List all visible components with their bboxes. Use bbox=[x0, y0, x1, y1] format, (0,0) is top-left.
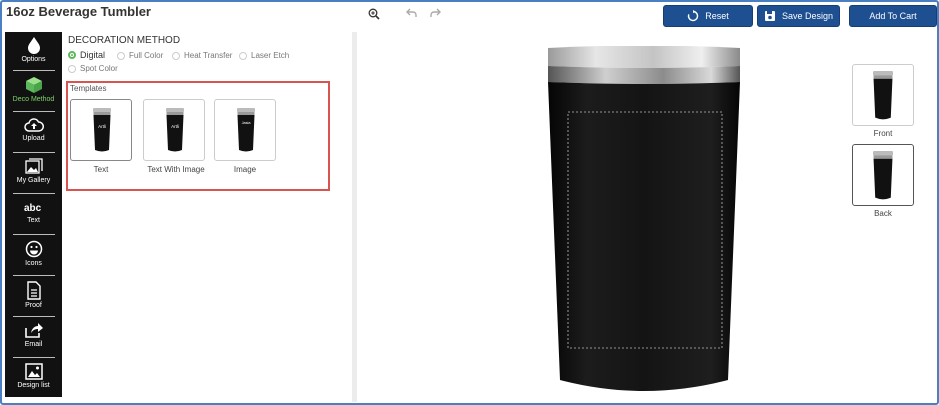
sidebar-item-label: Options bbox=[21, 56, 46, 63]
tumbler-product-image[interactable] bbox=[546, 46, 742, 398]
template-mark: Artli bbox=[171, 124, 179, 129]
sidebar-item-label: Design list bbox=[17, 382, 50, 389]
radio-digital[interactable]: Digital bbox=[68, 50, 105, 60]
sidebar-item-my-gallery[interactable]: My Gallery bbox=[8, 154, 59, 192]
radio-label: Spot Color bbox=[80, 64, 118, 73]
cloud-upload-icon bbox=[23, 118, 44, 132]
radio-label: Laser Etch bbox=[251, 51, 290, 60]
template-mark: Artli bbox=[98, 124, 106, 129]
sidebar-divider bbox=[13, 193, 55, 194]
template-name: Text With Image bbox=[147, 165, 205, 174]
radio-laser-etch[interactable]: Laser Etch bbox=[239, 51, 289, 60]
reset-button[interactable]: Reset bbox=[663, 5, 753, 27]
cube-icon bbox=[25, 77, 42, 93]
radio-heat-transfer[interactable]: Heat Transfer bbox=[172, 51, 232, 60]
image-list-icon bbox=[24, 363, 43, 380]
sidebar-item-upload[interactable]: Upload bbox=[8, 113, 59, 151]
templates-section: Templates Artli Text Artli Text With Ima… bbox=[66, 81, 330, 191]
decoration-panel: DECORATION METHOD Digital Full Color Hea… bbox=[62, 32, 352, 397]
sidebar-item-label: Icons bbox=[25, 260, 42, 267]
add-to-cart-button[interactable]: Add To Cart bbox=[849, 5, 937, 27]
view-front-label: Front bbox=[873, 129, 893, 138]
drop-icon bbox=[27, 37, 40, 54]
tumbler-thumbnail bbox=[873, 151, 893, 200]
sidebar-item-label: Deco Method bbox=[12, 96, 55, 103]
radio-label: Heat Transfer bbox=[184, 51, 233, 60]
tumbler-thumbnail: Artli bbox=[93, 108, 111, 152]
template-mark: Jasia bbox=[242, 121, 252, 125]
sidebar-item-label: My Gallery bbox=[16, 177, 51, 184]
sidebar-divider bbox=[13, 111, 55, 112]
page-title: 16oz Beverage Tumbler bbox=[6, 4, 151, 19]
document-icon bbox=[26, 281, 41, 300]
sidebar-divider bbox=[13, 234, 55, 235]
reset-label: Reset bbox=[705, 11, 729, 21]
sidebar-item-proof[interactable]: Proof bbox=[8, 277, 59, 315]
sidebar-item-label: Proof bbox=[25, 302, 42, 309]
app-window: 16oz Beverage Tumbler Reset Save Design … bbox=[0, 0, 939, 405]
sidebar-item-label: Email bbox=[24, 341, 43, 348]
sidebar-item-icons[interactable]: Icons bbox=[8, 236, 59, 274]
sidebar-item-deco-method[interactable]: Deco Method bbox=[8, 72, 59, 110]
view-front-thumbnail[interactable] bbox=[852, 64, 914, 126]
tumbler-thumbnail: Artli bbox=[166, 108, 184, 152]
decoration-method-heading: DECORATION METHOD bbox=[68, 35, 181, 46]
sidebar-item-text[interactable]: abc Text bbox=[8, 195, 59, 233]
zoom-in-icon[interactable] bbox=[368, 8, 380, 20]
svg-text:abc: abc bbox=[24, 203, 42, 214]
sidebar-item-label: Upload bbox=[22, 135, 45, 142]
save-icon bbox=[764, 11, 775, 21]
sidebar: Options Deco Method Upload My Gallery ab… bbox=[5, 32, 62, 397]
save-design-label: Save Design bbox=[781, 11, 834, 21]
add-to-cart-label: Add To Cart bbox=[869, 11, 917, 21]
abc-text-icon: abc bbox=[24, 203, 42, 214]
sidebar-item-label: Text bbox=[27, 217, 40, 224]
radio-label: Digital bbox=[80, 50, 106, 60]
sidebar-item-design-list[interactable]: Design list bbox=[8, 359, 59, 397]
sidebar-divider bbox=[13, 152, 55, 153]
template-text-with-image[interactable]: Artli bbox=[143, 99, 205, 161]
reset-icon bbox=[688, 10, 699, 22]
radio-dot bbox=[117, 51, 125, 60]
sidebar-divider bbox=[13, 70, 55, 71]
template-name: Text bbox=[93, 165, 109, 174]
template-name: Image bbox=[233, 165, 257, 174]
redo-icon[interactable] bbox=[430, 8, 441, 18]
tumbler-thumbnail bbox=[873, 71, 893, 120]
sidebar-divider bbox=[13, 275, 55, 276]
radio-dot bbox=[68, 64, 76, 73]
panel-divider bbox=[352, 32, 357, 402]
template-text[interactable]: Artli bbox=[70, 99, 132, 161]
radio-label: Full Color bbox=[129, 51, 164, 60]
sidebar-divider bbox=[13, 316, 55, 317]
undo-icon[interactable] bbox=[406, 8, 417, 18]
smiley-icon bbox=[25, 240, 42, 258]
sidebar-item-options[interactable]: Options bbox=[8, 32, 59, 70]
gallery-icon bbox=[24, 158, 43, 174]
save-design-button[interactable]: Save Design bbox=[757, 5, 840, 27]
radio-dot bbox=[172, 51, 180, 60]
sidebar-divider bbox=[13, 357, 55, 358]
view-back-label: Back bbox=[874, 209, 892, 218]
sidebar-item-email[interactable]: Email bbox=[8, 318, 59, 356]
template-image[interactable]: Jasia bbox=[214, 99, 276, 161]
view-back-thumbnail[interactable] bbox=[852, 144, 914, 206]
share-icon bbox=[24, 323, 43, 338]
radio-spot-color[interactable]: Spot Color bbox=[68, 64, 118, 73]
radio-dot bbox=[68, 51, 76, 59]
radio-full-color[interactable]: Full Color bbox=[117, 51, 163, 60]
radio-dot bbox=[239, 51, 247, 60]
tumbler-thumbnail: Jasia bbox=[237, 108, 255, 152]
templates-heading: Templates bbox=[70, 84, 107, 93]
